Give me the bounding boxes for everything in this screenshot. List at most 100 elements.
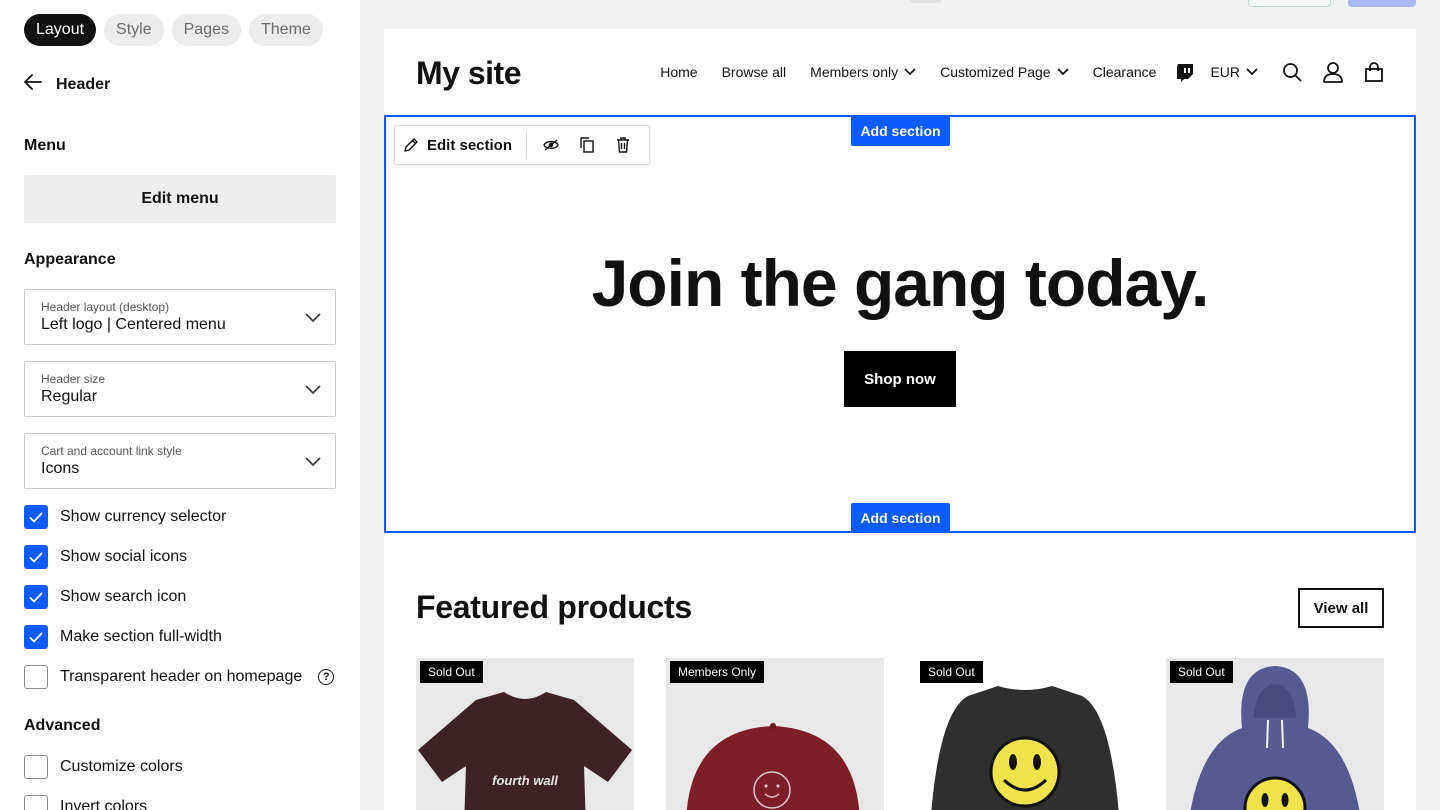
cart-link-style-select[interactable]: Cart and account link style Icons — [24, 433, 336, 489]
product-card[interactable]: Sold Out — [1166, 658, 1384, 810]
checkbox-label: Transparent header on homepage — [60, 668, 303, 685]
check-icon — [29, 551, 43, 563]
advanced-heading: Advanced — [24, 717, 101, 734]
chevron-down-icon — [1056, 68, 1069, 76]
site-nav: Home Browse all Members only Customized … — [660, 59, 1384, 85]
nav-customized-page[interactable]: Customized Page — [940, 64, 1069, 80]
edit-menu-button[interactable]: Edit menu — [24, 175, 336, 223]
currency-selector[interactable]: EUR — [1210, 64, 1258, 80]
featured-products-heading: Featured products — [416, 589, 692, 625]
show-search-icon-option[interactable]: Show search icon — [24, 585, 186, 609]
sold-out-badge: Sold Out — [1170, 661, 1233, 683]
checkbox-label: Customize colors — [60, 758, 183, 775]
shop-now-button[interactable]: Shop now — [844, 351, 956, 407]
twitch-icon[interactable] — [1176, 63, 1194, 82]
arrow-left-icon[interactable] — [24, 74, 42, 95]
checkbox[interactable] — [24, 755, 48, 779]
tab-style[interactable]: Style — [104, 14, 164, 46]
tab-layout[interactable]: Layout — [24, 14, 97, 46]
checkbox-label: Show currency selector — [60, 508, 227, 525]
select-value: Icons — [41, 460, 80, 477]
sold-out-badge: Sold Out — [920, 661, 983, 683]
product-card[interactable]: Sold Out fourth wall — [416, 658, 634, 810]
add-section-button-top[interactable]: Add section — [851, 116, 950, 146]
check-icon — [29, 631, 43, 643]
edit-section-label: Edit section — [427, 136, 513, 154]
site-logo[interactable]: My site — [416, 55, 521, 92]
checkbox-label: Make section full-width — [60, 628, 222, 645]
cart-icon[interactable] — [1364, 62, 1384, 82]
select-value: Left logo | Centered menu — [41, 316, 226, 333]
publish-button-fragment[interactable] — [1348, 0, 1416, 7]
site-preview: My site Home Browse all Members only Cus… — [384, 29, 1416, 810]
eye-icon[interactable] — [533, 139, 569, 151]
help-icon[interactable]: ? — [318, 669, 335, 685]
back-to-sections[interactable]: Header — [24, 74, 110, 95]
members-only-badge: Members Only — [670, 661, 765, 683]
section-toolbar: Edit section — [394, 125, 651, 165]
invert-colors-option[interactable]: Invert colors — [24, 795, 147, 810]
currency-label: EUR — [1210, 64, 1240, 80]
tab-pages[interactable]: Pages — [171, 14, 241, 46]
search-icon[interactable] — [1282, 62, 1302, 82]
check-icon — [29, 511, 43, 523]
checkbox[interactable] — [24, 625, 48, 649]
pencil-icon — [404, 138, 418, 152]
edit-section-button[interactable]: Edit section — [403, 131, 528, 159]
select-value: Regular — [41, 388, 98, 405]
select-caption: Cart and account link style — [41, 444, 182, 458]
menu-heading: Menu — [24, 137, 66, 154]
checkbox[interactable] — [24, 795, 48, 810]
header-size-select[interactable]: Header size Regular — [24, 361, 336, 417]
hero-heading: Join the gang today. — [591, 246, 1210, 320]
add-section-button-bottom[interactable]: Add section — [851, 503, 950, 533]
sold-out-badge: Sold Out — [420, 661, 483, 683]
checkbox[interactable] — [24, 585, 48, 609]
nav-label: Customized Page — [940, 64, 1051, 80]
transparent-header-option[interactable]: Transparent header on homepage ? — [24, 665, 335, 689]
chevron-down-icon — [305, 382, 321, 400]
checkbox-label: Show social icons — [60, 548, 188, 565]
nav-browse-all[interactable]: Browse all — [722, 64, 787, 80]
show-currency-selector-option[interactable]: Show currency selector — [24, 505, 226, 529]
select-caption: Header layout (desktop) — [41, 300, 170, 314]
full-width-option[interactable]: Make section full-width — [24, 625, 222, 649]
check-icon — [29, 591, 43, 603]
nav-label: Members only — [810, 64, 899, 80]
header-layout-select[interactable]: Header layout (desktop) Left logo | Cent… — [24, 289, 336, 345]
product-grid: Sold Out fourth wall Members Only Sold O… — [416, 658, 1384, 810]
appearance-heading: Appearance — [24, 251, 116, 268]
editor-sidebar: Layout Style Pages Theme Header Menu Edi… — [0, 0, 360, 810]
product-card[interactable]: Sold Out — [916, 658, 1134, 810]
account-icon[interactable] — [1322, 61, 1344, 83]
checkbox-label: Invert colors — [60, 798, 148, 810]
show-social-icons-option[interactable]: Show social icons — [24, 545, 187, 569]
top-bar-button-fragment[interactable] — [1248, 0, 1331, 7]
editor-tabs: Layout Style Pages Theme — [24, 14, 323, 46]
view-all-button[interactable]: View all — [1298, 588, 1384, 628]
panel-title: Header — [56, 75, 111, 93]
product-card[interactable]: Members Only — [666, 658, 884, 810]
duplicate-icon[interactable] — [569, 137, 605, 153]
checkbox-label: Show search icon — [60, 588, 187, 605]
checkbox[interactable] — [24, 665, 48, 689]
chevron-down-icon — [305, 454, 321, 472]
hero-section-selected[interactable]: Edit section Add section Join the gang t… — [384, 115, 1416, 533]
site-header[interactable]: My site Home Browse all Members only Cus… — [384, 29, 1416, 115]
chevron-down-icon — [1246, 68, 1258, 76]
nav-label: Home — [660, 64, 698, 80]
nav-clearance[interactable]: Clearance — [1093, 64, 1157, 80]
nav-members-only[interactable]: Members only — [810, 64, 916, 80]
checkbox[interactable] — [24, 505, 48, 529]
select-caption: Header size — [41, 372, 106, 386]
customize-colors-option[interactable]: Customize colors — [24, 755, 183, 779]
trash-icon[interactable] — [605, 137, 641, 153]
nav-label: Browse all — [721, 64, 787, 80]
nav-home[interactable]: Home — [660, 64, 697, 80]
tab-theme[interactable]: Theme — [249, 14, 323, 46]
svg-text:fourth wall: fourth wall — [492, 773, 558, 788]
chevron-down-icon — [904, 68, 916, 76]
chevron-down-icon — [305, 310, 321, 328]
checkbox[interactable] — [24, 545, 48, 569]
nav-label: Clearance — [1092, 64, 1157, 80]
